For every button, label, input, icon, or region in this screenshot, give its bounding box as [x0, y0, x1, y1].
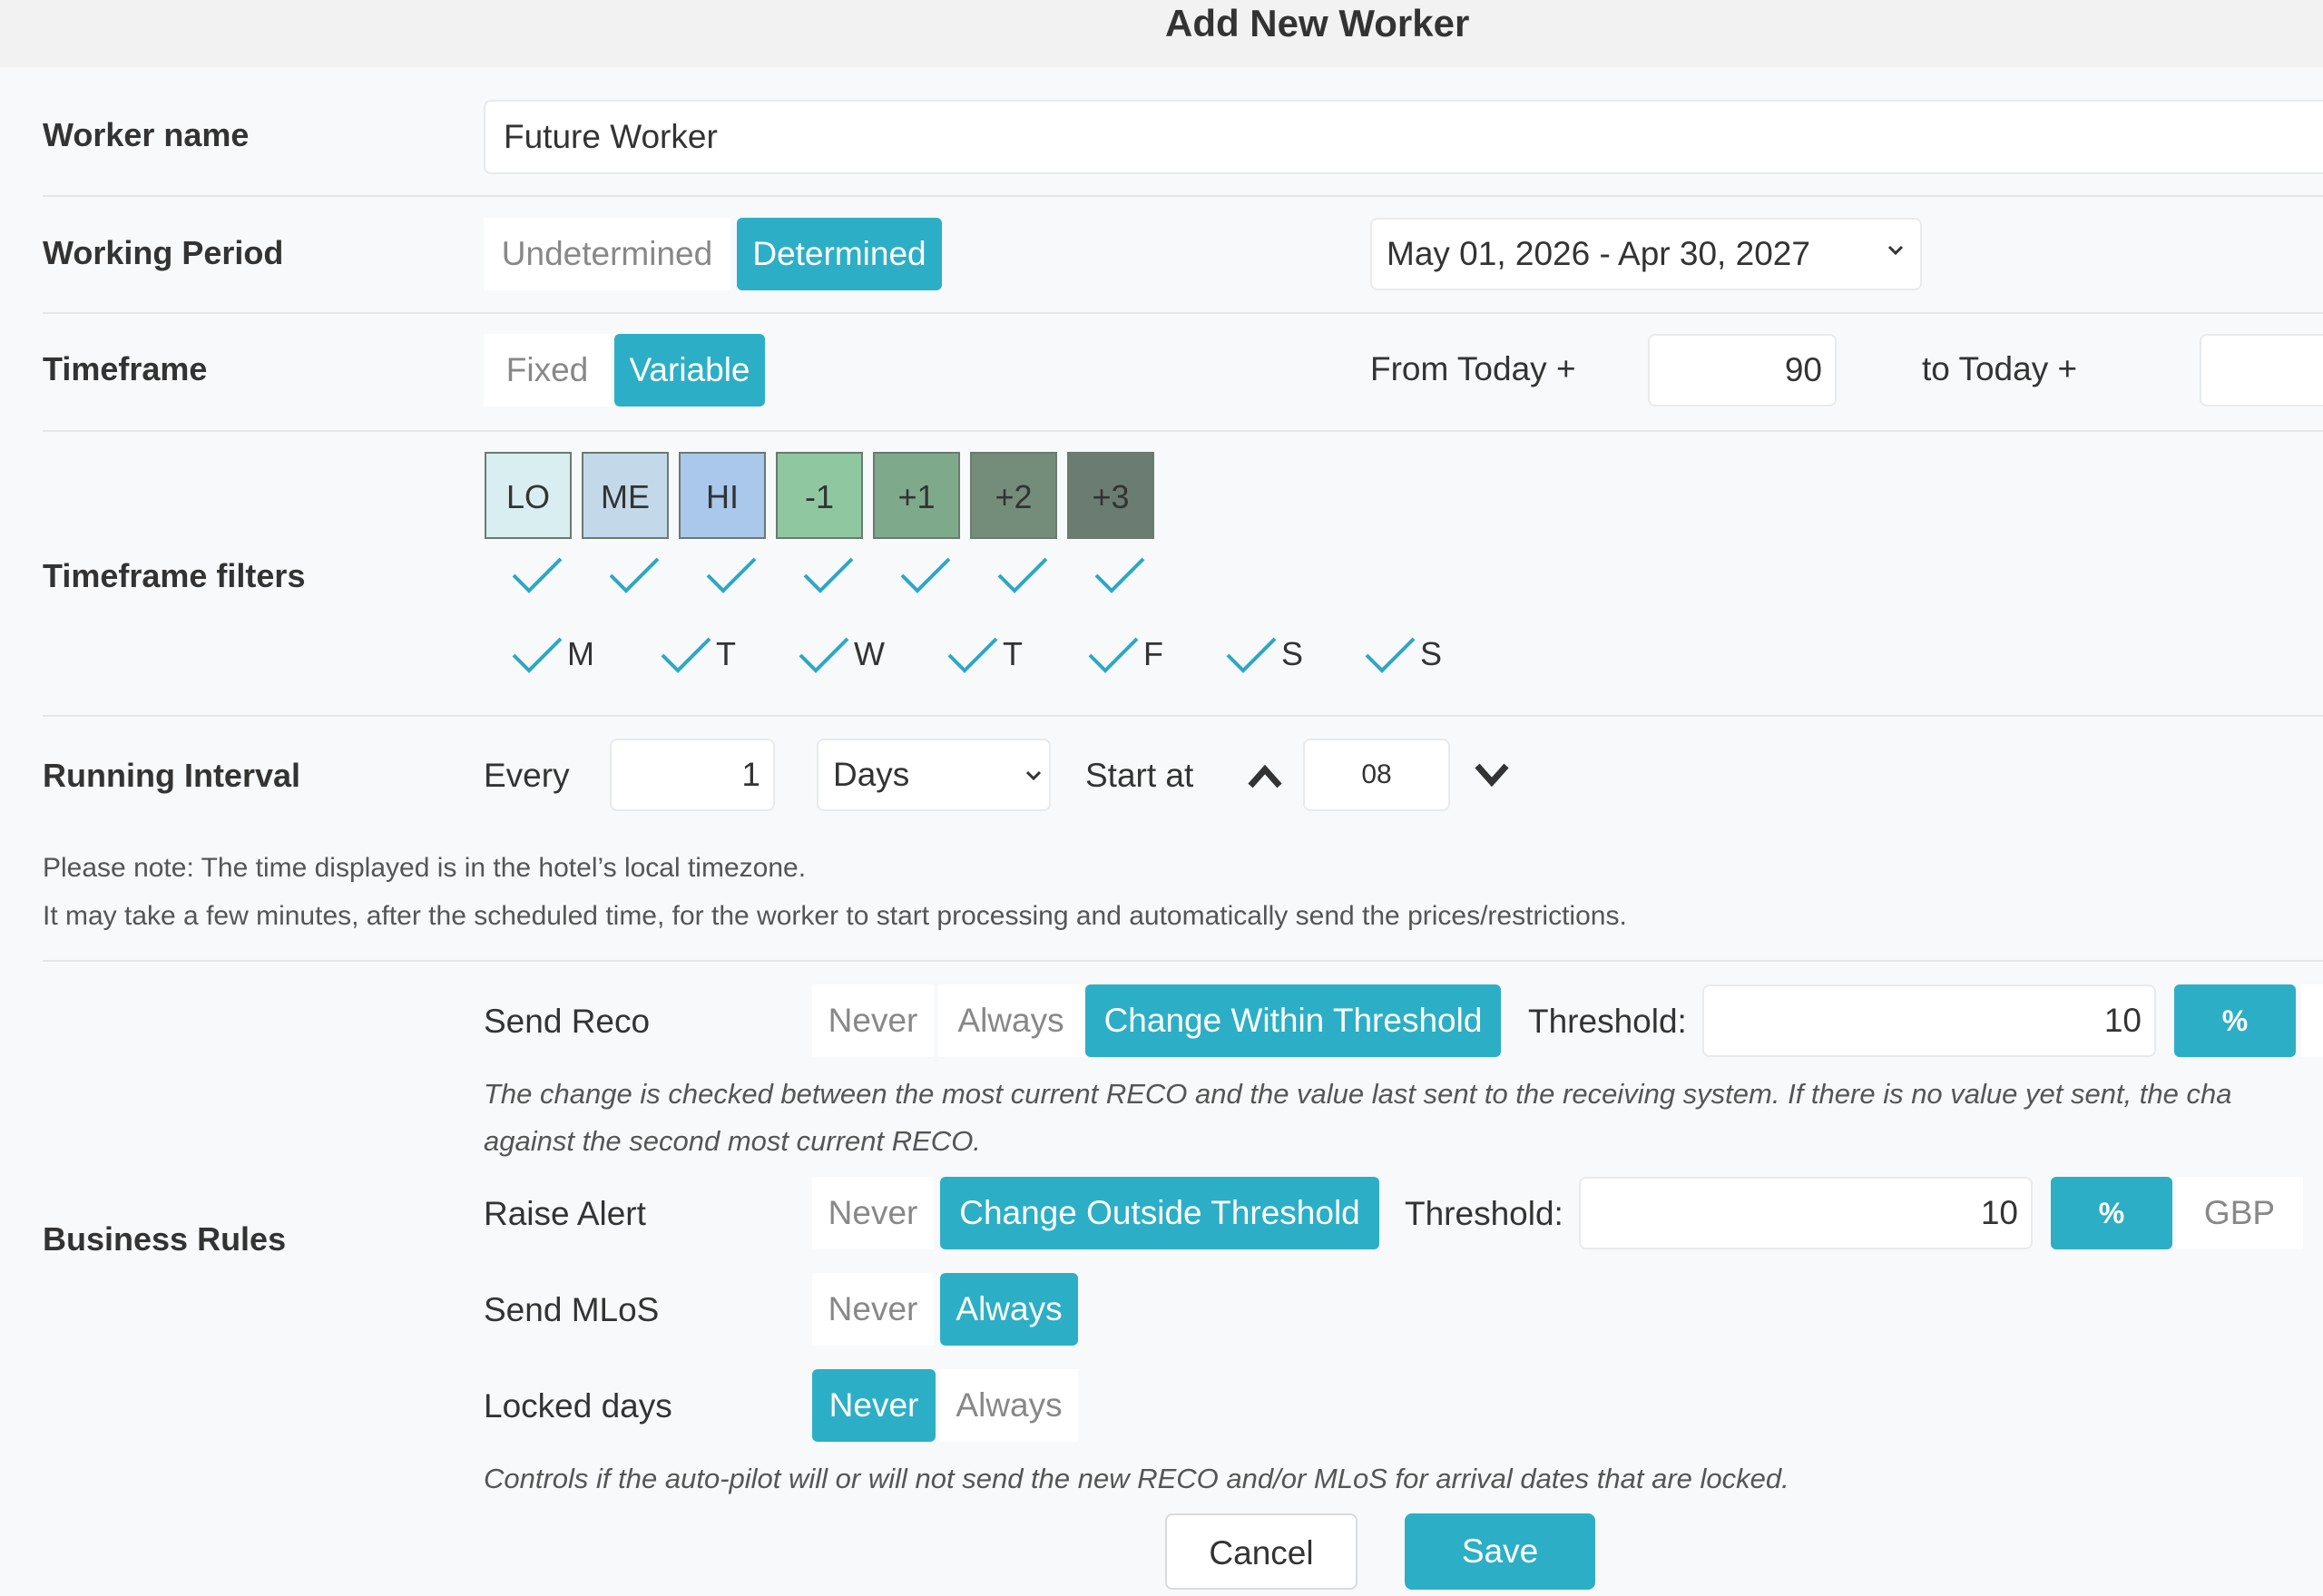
- to-today-input[interactable]: [2200, 334, 2323, 406]
- start-hour-input[interactable]: 08: [1303, 739, 1450, 811]
- check-icon: [512, 637, 563, 673]
- raise-alert-threshold-input[interactable]: 10: [1579, 1177, 2033, 1249]
- cancel-button[interactable]: Cancel: [1165, 1513, 1358, 1590]
- day-label: W: [854, 635, 885, 672]
- day-label: S: [1420, 635, 1443, 672]
- send-mlos-never[interactable]: Never: [812, 1273, 934, 1346]
- timeframe-fixed[interactable]: Fixed: [484, 334, 611, 406]
- check-icon[interactable]: [1093, 555, 1146, 595]
- day-label: T: [1003, 635, 1023, 672]
- check-icon: [947, 637, 998, 673]
- send-reco-unit-gbp[interactable]: [2301, 984, 2323, 1057]
- send-reco-help-line-1: The change is checked between the most c…: [484, 1078, 2232, 1110]
- start-at-label: Start at: [1085, 757, 1194, 794]
- dialog-header: Add New Worker: [0, 0, 2323, 67]
- check-icon: [1365, 637, 1416, 673]
- divider: [43, 715, 2323, 717]
- interval-unit-select[interactable]: Days: [817, 739, 1051, 811]
- interval-value-input[interactable]: 1: [610, 739, 775, 811]
- divider: [43, 312, 2323, 314]
- send-reco-threshold-input[interactable]: 10: [1702, 984, 2156, 1057]
- send-reco-change-within-threshold[interactable]: Change Within Threshold: [1085, 984, 1501, 1057]
- raise-alert-change-outside-threshold[interactable]: Change Outside Threshold: [940, 1177, 1379, 1249]
- chevron-down-icon[interactable]: [1474, 759, 1510, 789]
- raise-alert-never[interactable]: Never: [812, 1177, 934, 1249]
- check-icon[interactable]: [608, 555, 661, 595]
- date-range-value: May 01, 2026 - Apr 30, 2027: [1387, 235, 1810, 272]
- send-reco-never[interactable]: Never: [812, 984, 934, 1057]
- send-reco-unit-percent[interactable]: %: [2174, 984, 2296, 1057]
- working-period-label: Working Period: [43, 234, 284, 271]
- send-reco-label: Send Reco: [484, 1003, 651, 1040]
- timeframe-variable[interactable]: Variable: [614, 334, 765, 406]
- interval-unit-value: Days: [833, 756, 910, 793]
- working-period-determined[interactable]: Determined: [737, 218, 942, 290]
- check-icon[interactable]: [899, 555, 952, 595]
- raise-alert-unit-gbp[interactable]: GBP: [2176, 1177, 2303, 1249]
- check-icon[interactable]: [705, 555, 758, 595]
- filter-chip-lo[interactable]: LO: [485, 452, 572, 539]
- dialog-title: Add New Worker: [1165, 2, 1470, 44]
- raise-alert-label: Raise Alert: [484, 1195, 646, 1232]
- send-reco-help-line-2: against the second most current RECO.: [484, 1125, 981, 1157]
- divider: [43, 430, 2323, 432]
- send-reco-threshold-label: Threshold:: [1528, 1003, 1687, 1040]
- check-icon[interactable]: [802, 555, 855, 595]
- check-icon: [661, 637, 711, 673]
- day-label: M: [567, 635, 594, 672]
- day-label: S: [1281, 635, 1304, 672]
- send-reco-always[interactable]: Always: [938, 984, 1083, 1057]
- from-today-label: From Today +: [1370, 350, 1576, 387]
- filter-chip-me[interactable]: ME: [582, 452, 669, 539]
- check-icon[interactable]: [996, 555, 1049, 595]
- check-icon: [1088, 637, 1139, 673]
- working-period-undetermined[interactable]: Undetermined: [484, 218, 730, 290]
- send-mlos-always[interactable]: Always: [940, 1273, 1078, 1346]
- locked-days-label: Locked days: [484, 1387, 672, 1425]
- timezone-note: Please note: The time displayed is in th…: [43, 853, 807, 883]
- worker-name-input[interactable]: Future Worker: [484, 100, 2323, 174]
- from-today-input[interactable]: 90: [1648, 334, 1837, 406]
- divider: [43, 960, 2323, 962]
- to-today-label: to Today +: [1922, 350, 2078, 387]
- every-label: Every: [484, 757, 570, 794]
- timeframe-label: Timeframe: [43, 350, 208, 387]
- timeframe-filters-label: Timeframe filters: [43, 557, 306, 594]
- save-button[interactable]: Save: [1405, 1513, 1595, 1590]
- locked-days-always[interactable]: Always: [940, 1369, 1078, 1442]
- locked-days-help: Controls if the auto-pilot will or will …: [484, 1463, 1789, 1494]
- filter-chip-plus-3[interactable]: +3: [1067, 452, 1154, 539]
- locked-days-never[interactable]: Never: [812, 1369, 936, 1442]
- chevron-down-icon: [1025, 770, 1042, 781]
- worker-name-label: Worker name: [43, 116, 250, 153]
- raise-alert-unit-percent[interactable]: %: [2051, 1177, 2172, 1249]
- day-label: T: [716, 635, 736, 672]
- send-mlos-label: Send MLoS: [484, 1291, 660, 1328]
- filter-chip-plus-2[interactable]: +2: [970, 452, 1057, 539]
- raise-alert-threshold-label: Threshold:: [1405, 1195, 1563, 1232]
- processing-note: It may take a few minutes, after the sch…: [43, 901, 1627, 931]
- date-range-select[interactable]: May 01, 2026 - Apr 30, 2027: [1370, 218, 1922, 290]
- day-label: F: [1143, 635, 1163, 672]
- chevron-down-icon: [1887, 245, 1904, 256]
- check-icon: [799, 637, 849, 673]
- divider: [43, 195, 2323, 197]
- filter-chip-plus-1[interactable]: +1: [873, 452, 960, 539]
- filter-chip-minus-1[interactable]: -1: [776, 452, 863, 539]
- check-icon[interactable]: [511, 555, 564, 595]
- filter-chip-hi[interactable]: HI: [679, 452, 766, 539]
- chevron-up-icon[interactable]: [1247, 760, 1283, 791]
- check-icon: [1226, 637, 1277, 673]
- business-rules-label: Business Rules: [43, 1220, 287, 1258]
- running-interval-label: Running Interval: [43, 757, 301, 794]
